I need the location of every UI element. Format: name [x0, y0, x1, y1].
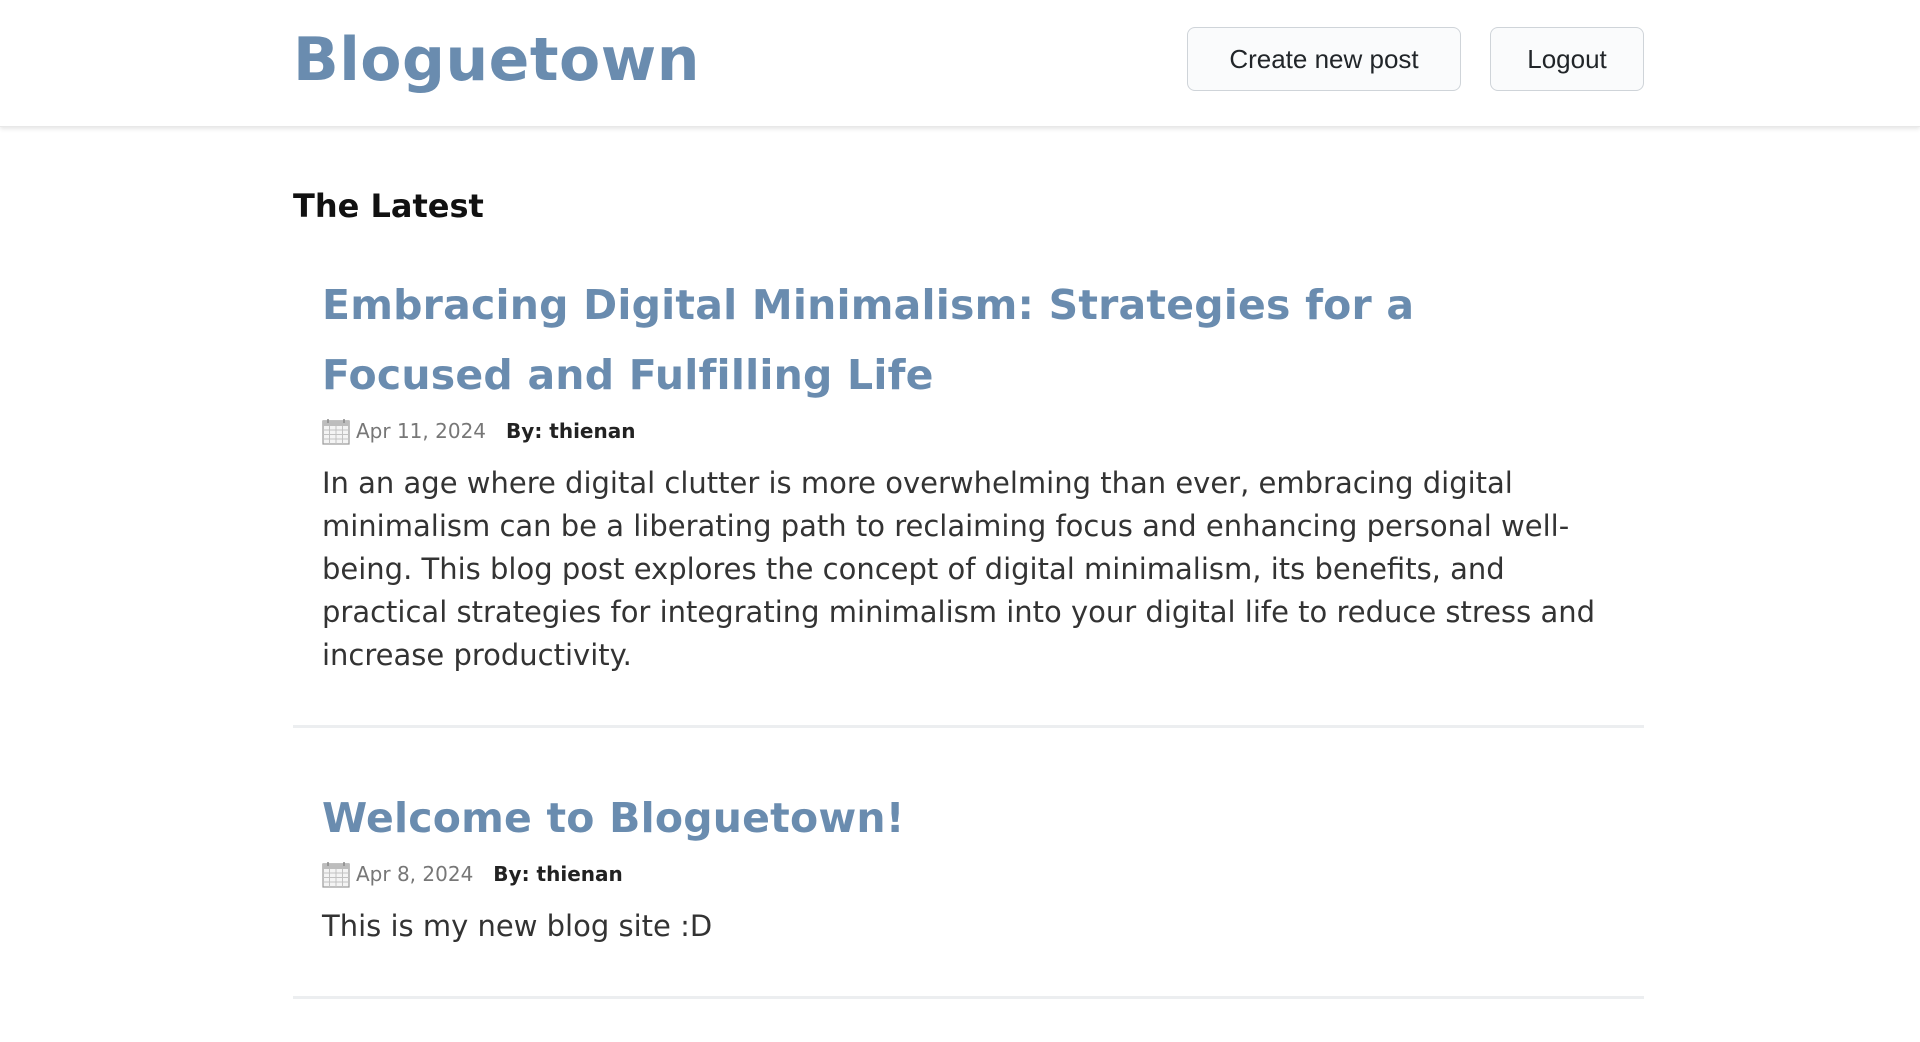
calendar-icon	[322, 419, 350, 445]
post-author: By: thienan	[493, 862, 623, 886]
post-author: By: thienan	[506, 419, 636, 443]
post-card: Welcome to Bloguetown! Apr 8, 2024 By: t…	[293, 783, 1644, 999]
brand-logo-link[interactable]: Bloguetown	[293, 22, 700, 98]
post-meta: Apr 8, 2024 By: thienan	[322, 859, 1615, 889]
section-title: The Latest	[293, 187, 484, 225]
logout-button[interactable]: Logout	[1490, 27, 1644, 91]
post-title-link[interactable]: Welcome to Bloguetown!	[322, 783, 1615, 853]
post-excerpt: This is my new blog site :D	[322, 909, 713, 943]
post-title-link[interactable]: Embracing Digital Minimalism: Strategies…	[322, 270, 1615, 410]
calendar-icon	[322, 862, 350, 888]
top-navbar: Bloguetown Create new post Logout	[0, 0, 1920, 127]
post-meta: Apr 11, 2024 By: thienan	[322, 416, 1615, 446]
post-date: Apr 11, 2024	[356, 419, 487, 443]
post-card: Embracing Digital Minimalism: Strategies…	[293, 270, 1644, 728]
post-excerpt: In an age where digital clutter is more …	[322, 466, 1595, 672]
post-date: Apr 8, 2024	[356, 862, 474, 886]
create-new-post-button[interactable]: Create new post	[1187, 27, 1461, 91]
